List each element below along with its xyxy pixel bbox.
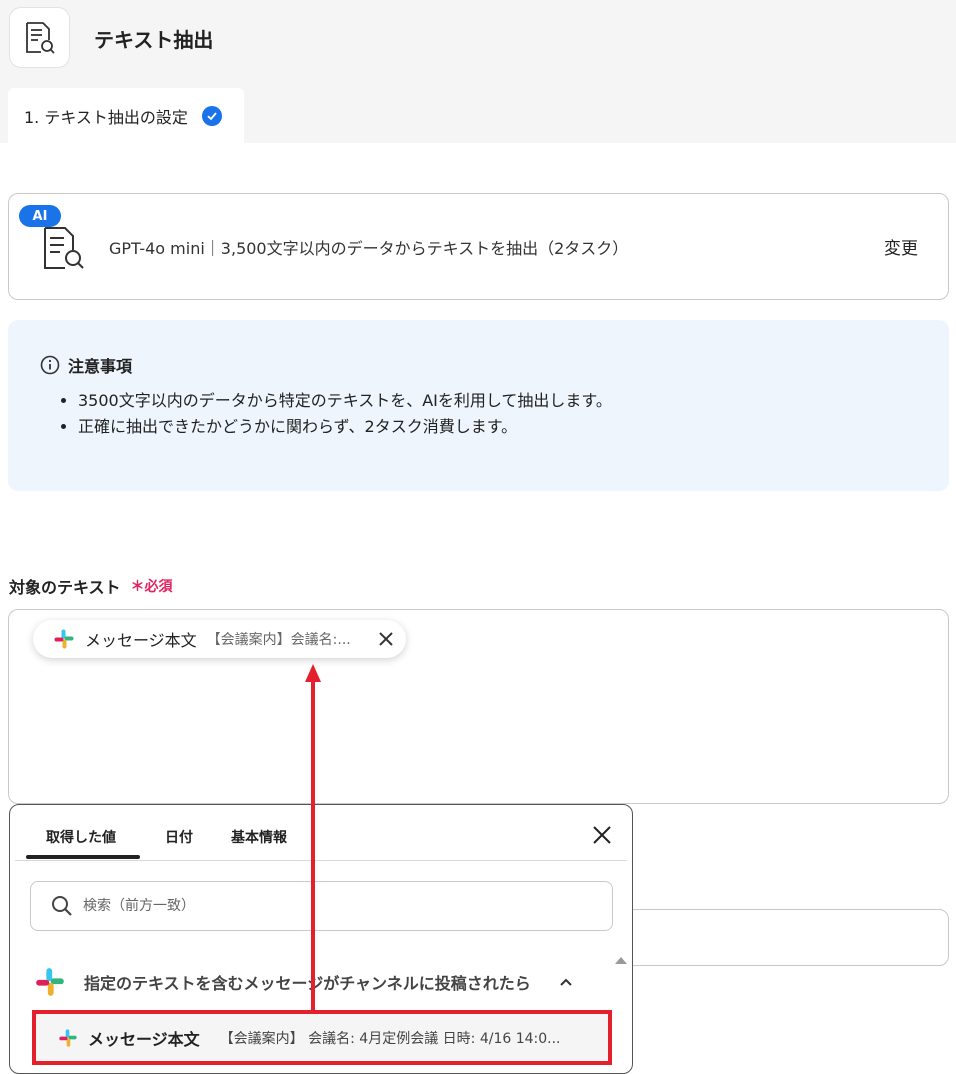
model-description: GPT-4o mini｜3,500文字以内のデータからテキストを抽出（2タスク） bbox=[109, 239, 629, 258]
close-icon[interactable] bbox=[378, 631, 394, 647]
change-model-button[interactable]: 変更 bbox=[884, 234, 918, 259]
tab-acquired-values[interactable]: 取得した値 bbox=[46, 827, 116, 847]
search-input[interactable] bbox=[81, 897, 561, 915]
model-card: AI GPT-4o mini｜3,500文字以内のデータからテキストを抽出（2タ… bbox=[8, 193, 949, 300]
tab-date[interactable]: 日付 bbox=[165, 827, 193, 847]
search-box bbox=[30, 881, 613, 931]
notice-item: 正確に抽出できたかどうかに関わらず、2タスク消費します。 bbox=[78, 414, 612, 440]
target-text-label: 対象のテキスト bbox=[9, 578, 121, 597]
search-icon bbox=[52, 896, 72, 916]
document-search-icon bbox=[44, 227, 84, 269]
chevron-up-icon[interactable] bbox=[559, 977, 573, 987]
info-icon bbox=[40, 355, 60, 375]
slack-icon bbox=[36, 968, 64, 996]
tab-basic-info[interactable]: 基本情報 bbox=[231, 827, 287, 847]
notice-header: 注意事項 bbox=[40, 353, 132, 377]
scroll-up-arrow-icon[interactable] bbox=[614, 955, 628, 965]
tab-step-1[interactable]: 1. テキスト抽出の設定 bbox=[8, 88, 244, 143]
tab-step-1-label: 1. テキスト抽出の設定 bbox=[24, 107, 188, 127]
check-icon bbox=[201, 105, 222, 126]
document-search-icon bbox=[25, 21, 55, 54]
value-row-preview: 【会議案内】 会議名: 4月定例会議 日時: 4/16 14:0... bbox=[219, 1031, 561, 1047]
chip-preview: 【会議案内】会議名:... bbox=[206, 632, 351, 648]
target-text-label-row: 対象のテキスト ＊必須 bbox=[9, 574, 173, 598]
notice-box: 注意事項 3500文字以内のデータから特定のテキストを、AIを利用して抽出します… bbox=[8, 320, 949, 491]
close-icon[interactable] bbox=[592, 825, 612, 849]
panel-tabs: 取得した値 日付 基本情報 bbox=[15, 805, 627, 861]
required-badge: ＊必須 bbox=[130, 579, 173, 595]
notice-list: 3500文字以内のデータから特定のテキストを、AIを利用して抽出します。 正確に… bbox=[52, 388, 612, 440]
notice-title: 注意事項 bbox=[68, 357, 133, 376]
value-row-message-body[interactable]: メッセージ本文 【会議案内】 会議名: 4月定例会議 日時: 4/16 14:0… bbox=[34, 1013, 610, 1063]
app-icon bbox=[9, 7, 70, 68]
page-title: テキスト抽出 bbox=[94, 28, 214, 52]
slack-icon bbox=[54, 629, 74, 649]
notice-item: 3500文字以内のデータから特定のテキストを、AIを利用して抽出します。 bbox=[78, 388, 612, 414]
value-row-label: メッセージ本文 bbox=[88, 1030, 200, 1049]
trigger-group-title: 指定のテキストを含むメッセージがチャンネルに投稿されたら bbox=[84, 974, 531, 993]
trigger-group-header[interactable]: 指定のテキストを含むメッセージがチャンネルに投稿されたら bbox=[34, 965, 604, 999]
value-picker-panel: 取得した値 日付 基本情報 指定のテキストを含むメッセージがチャンネルに投稿され… bbox=[9, 804, 633, 1074]
active-tab-indicator bbox=[26, 855, 140, 859]
slack-icon bbox=[59, 1029, 77, 1047]
message-body-chip[interactable]: メッセージ本文 【会議案内】会議名:... bbox=[33, 620, 406, 658]
chip-label: メッセージ本文 bbox=[85, 631, 197, 650]
background-input-field[interactable] bbox=[600, 909, 949, 966]
scrollbar[interactable] bbox=[614, 955, 628, 1073]
